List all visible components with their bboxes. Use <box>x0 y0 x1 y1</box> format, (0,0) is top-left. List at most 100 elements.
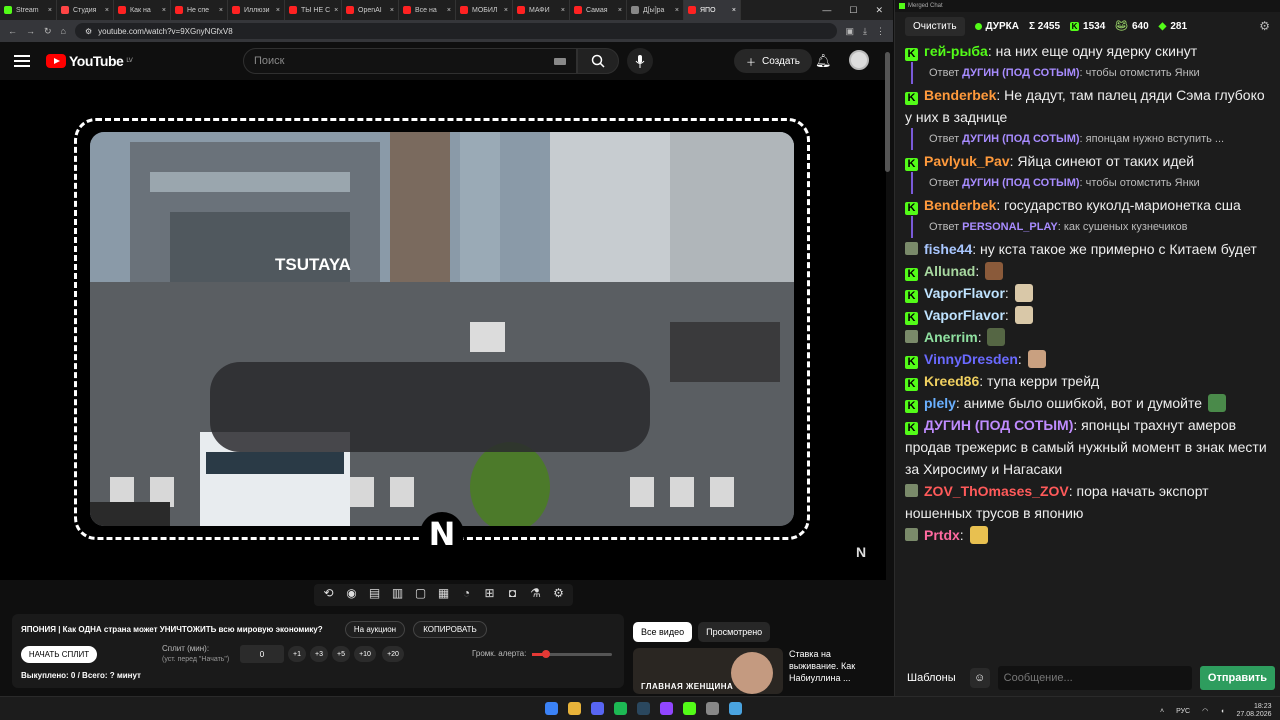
reply-username[interactable]: PERSONAL_PLAY <box>962 221 1058 233</box>
browser-tab[interactable]: Не спе × <box>171 0 228 20</box>
chat-message[interactable]: K VaporFlavor: <box>905 282 1271 304</box>
chat-username[interactable]: Pavlyuk_Pav <box>924 153 1010 169</box>
chat-message[interactable]: Kгей-рыба: на них еще одну ядерку скинут <box>905 40 1271 62</box>
message-input[interactable]: Сообщение... <box>997 666 1192 690</box>
loop-icon[interactable]: ⟲ <box>320 586 337 604</box>
chat-message[interactable]: K ДУГИН (ПОД СОТЫМ): японцы трахнут амеро… <box>905 414 1271 480</box>
emoji-button[interactable]: ☺ <box>969 668 990 688</box>
browser-tab[interactable]: Stream × <box>0 0 57 20</box>
tab-close-icon[interactable]: × <box>162 7 166 14</box>
reply-reference[interactable]: Ответ PERSONAL_PLAY: как сушеных кузнечи… <box>911 216 1271 238</box>
templates-button[interactable]: Шаблоны <box>901 668 962 688</box>
tab-all-videos[interactable]: Все видео <box>633 622 693 642</box>
browser-tab[interactable]: Д[ы]ра × <box>627 0 684 20</box>
voice-search-button[interactable] <box>627 48 653 74</box>
chat-username[interactable]: VaporFlavor <box>924 285 1005 301</box>
chat-username[interactable]: fishe44 <box>924 241 972 257</box>
camera-icon[interactable]: ◘ <box>504 586 521 604</box>
chat-message[interactable]: K VaporFlavor: <box>905 304 1271 326</box>
browser-tab[interactable]: Как на × <box>114 0 171 20</box>
youtube-logo[interactable]: YouTube LV <box>46 53 133 69</box>
recommended-video-title[interactable]: Ставка на выживание. Как Набиуллина ... <box>789 648 881 684</box>
clear-chat-button[interactable]: Очистить <box>905 16 965 36</box>
tab-close-icon[interactable]: × <box>276 7 280 14</box>
step-plus-5-button[interactable]: +5 <box>332 646 350 662</box>
chat-message[interactable]: K VinnyDresden: <box>905 348 1271 370</box>
video-thumbnail[interactable]: ГЛАВНАЯ ЖЕНЩИНА <box>633 648 783 694</box>
tab-close-icon[interactable]: × <box>504 7 508 14</box>
reply-username[interactable]: ДУГИН (ПОД СОТЫМ) <box>962 133 1079 145</box>
auction-button[interactable]: На аукцион <box>345 621 405 638</box>
chat-message[interactable]: ZOV_ThOmases_ZOV: пора начать экспорт но… <box>905 480 1271 524</box>
reply-reference[interactable]: Ответ ДУГИН (ПОД СОТЫМ): чтобы отомстить… <box>911 62 1271 84</box>
chat-username[interactable]: Benderbek <box>924 197 996 213</box>
browser-tab[interactable]: ЯПО × <box>684 0 741 20</box>
keyboard-icon[interactable] <box>554 57 566 65</box>
browser-tab[interactable]: Все на × <box>399 0 456 20</box>
browser-tab[interactable]: Студия × <box>57 0 114 20</box>
app-icon[interactable] <box>706 702 719 715</box>
clock[interactable]: 18:23 27.08.2026 <box>1236 703 1271 719</box>
tab-close-icon[interactable]: × <box>105 7 109 14</box>
recommended-video[interactable]: ГЛАВНАЯ ЖЕНЩИНА Ставка на выживание. Как… <box>633 648 883 694</box>
site-info-icon[interactable]: ⚙ <box>85 27 92 36</box>
speed-icon[interactable]: ◔ <box>458 586 475 604</box>
chat-username[interactable]: гей-рыба <box>924 43 988 59</box>
clapper-icon[interactable]: ▥ <box>389 586 406 604</box>
settings-gear-icon[interactable]: ⚙ <box>550 586 567 604</box>
chat-message[interactable]: K Allunad: <box>905 260 1271 282</box>
discord-icon[interactable] <box>591 702 604 715</box>
add-clip-icon[interactable]: ⊞ <box>481 586 498 604</box>
avatar[interactable] <box>849 50 869 70</box>
minimize-icon[interactable]: — <box>822 5 831 16</box>
step-plus-20-button[interactable]: +20 <box>382 646 404 662</box>
download-icon[interactable]: ⤓ <box>863 26 867 37</box>
hamburger-menu-icon[interactable] <box>14 55 30 67</box>
video-player[interactable]: TSUTAYA N N <box>0 80 886 580</box>
chat-settings-icon[interactable]: ⚙ <box>1259 19 1270 33</box>
chat-username[interactable]: VaporFlavor <box>924 307 1005 323</box>
broadcast-icon[interactable]: ◉ <box>343 586 360 604</box>
notifications-bell-icon[interactable]: 🔔︎ <box>815 53 832 69</box>
tab-close-icon[interactable]: × <box>675 7 679 14</box>
chat-username[interactable]: Kreed86 <box>924 373 979 389</box>
spotify-icon[interactable] <box>614 702 627 715</box>
forward-icon[interactable]: → <box>26 26 35 36</box>
chat-message[interactable]: K Benderbek: государство куколд-марионетк… <box>905 194 1271 216</box>
extensions-icon[interactable]: ▣ <box>846 26 855 37</box>
reload-icon[interactable]: ↻ <box>44 26 52 37</box>
volume-icon[interactable]: ◖ <box>1220 708 1224 715</box>
start-split-button[interactable]: НАЧАТЬ СПЛИТ <box>21 646 97 663</box>
search-button[interactable] <box>577 48 619 74</box>
back-icon[interactable]: ← <box>8 26 17 36</box>
video-frame[interactable]: TSUTAYA <box>90 132 794 526</box>
tab-close-icon[interactable]: × <box>618 7 622 14</box>
chat-username[interactable]: Benderbek <box>924 87 996 103</box>
flask-icon[interactable]: ⚗ <box>527 586 544 604</box>
tab-close-icon[interactable]: × <box>561 7 565 14</box>
browser-tab[interactable]: МОБИЛ × <box>456 0 513 20</box>
tab-close-icon[interactable]: × <box>732 7 736 14</box>
tray-chevron-icon[interactable]: ˄ <box>1160 708 1164 715</box>
split-minutes-input[interactable]: 0 <box>240 645 284 663</box>
chat-username[interactable]: VinnyDresden <box>924 351 1018 367</box>
search-input[interactable]: Поиск <box>243 48 577 74</box>
chat-message[interactable]: K Pavlyuk_Pav: Яйца синеют от таких идей <box>905 150 1271 172</box>
copy-button[interactable]: КОПИРОВАТЬ <box>413 621 487 638</box>
kick-chat-icon[interactable] <box>683 702 696 715</box>
chat-message[interactable]: Kplely: аниме было ошибкой, вот и думойт… <box>905 392 1271 414</box>
steam-icon[interactable] <box>637 702 650 715</box>
chat-message[interactable]: Prtdx: <box>905 524 1271 546</box>
wifi-icon[interactable]: ◠ <box>1202 707 1208 715</box>
tab-close-icon[interactable]: × <box>390 7 394 14</box>
tab-close-icon[interactable]: × <box>219 7 223 14</box>
create-button[interactable]: ＋ Создать <box>734 49 813 73</box>
maximize-icon[interactable]: ☐ <box>849 5 857 16</box>
film-icon[interactable]: ▦ <box>435 586 452 604</box>
chat-message[interactable]: Anerrim: <box>905 326 1271 348</box>
page-scrollbar[interactable] <box>885 46 890 691</box>
telegram-icon[interactable] <box>729 702 742 715</box>
start-icon[interactable] <box>545 702 558 715</box>
chat-message[interactable]: K Benderbek: Не дадут, там палец дяди Сэм… <box>905 84 1271 128</box>
chat-message[interactable]: fishe44: ну кста такое же примерно с Кит… <box>905 238 1271 260</box>
